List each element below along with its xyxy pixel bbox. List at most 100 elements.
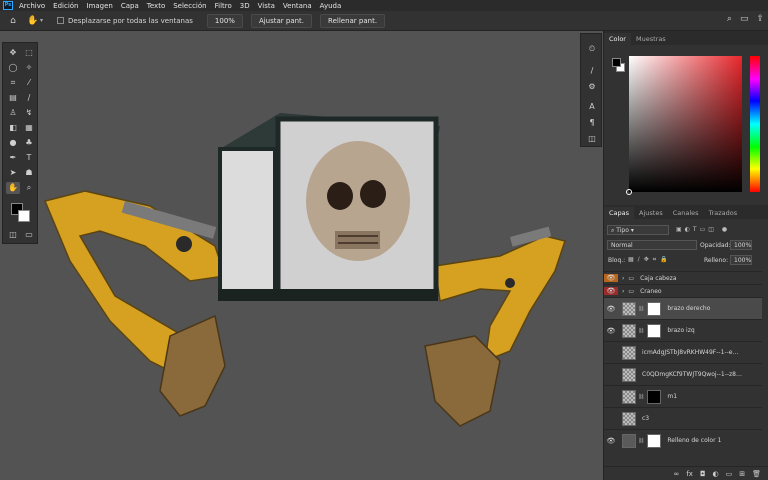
- chain-link-icon[interactable]: ⛓: [638, 328, 644, 334]
- scroll-all-windows-checkbox[interactable]: [57, 17, 65, 24]
- menu-seleccion[interactable]: Selección: [173, 2, 206, 10]
- pen-tool-icon[interactable]: ✒: [6, 152, 20, 164]
- tab-adjustments[interactable]: Ajustes: [634, 207, 668, 219]
- lasso-tool-icon[interactable]: ◯: [6, 62, 20, 74]
- layer-row[interactable]: ⛓ m1: [604, 385, 762, 407]
- layer-mask-thumbnail[interactable]: [647, 389, 662, 404]
- magic-wand-tool-icon[interactable]: ✧: [22, 62, 36, 74]
- menu-capa[interactable]: Capa: [121, 2, 139, 10]
- brush-tool-icon[interactable]: ∕: [22, 92, 36, 104]
- chain-link-icon[interactable]: ⛓: [638, 306, 644, 312]
- fill-field[interactable]: 100%: [730, 255, 752, 265]
- zoom-100-button[interactable]: 100%: [206, 13, 243, 28]
- crop-tool-icon[interactable]: ⌗: [6, 77, 20, 89]
- eye-icon[interactable]: 👁: [604, 287, 618, 295]
- path-select-tool-icon[interactable]: ➤: [6, 167, 20, 179]
- glyphs-panel-icon[interactable]: ◫: [585, 134, 599, 146]
- tab-layers[interactable]: Capas: [604, 207, 635, 219]
- blend-mode-select[interactable]: Normal: [607, 240, 697, 250]
- eyedropper-tool-icon[interactable]: ⁄: [22, 77, 36, 89]
- move-tool-icon[interactable]: ✥: [6, 47, 20, 59]
- menu-texto[interactable]: Texto: [147, 2, 165, 10]
- new-group-icon[interactable]: ▭: [726, 470, 733, 478]
- color-panel-foreground-swatch[interactable]: [612, 58, 621, 67]
- add-mask-icon[interactable]: ◘: [700, 470, 706, 478]
- document-canvas[interactable]: [40, 31, 580, 480]
- menu-imagen[interactable]: Imagen: [87, 2, 113, 10]
- menu-archivo[interactable]: Archivo: [19, 2, 45, 10]
- menu-ventana[interactable]: Ventana: [283, 2, 312, 10]
- menu-3d[interactable]: 3D: [240, 2, 250, 10]
- tab-swatches[interactable]: Muestras: [631, 33, 671, 45]
- chevron-right-icon[interactable]: ›: [622, 275, 624, 282]
- layers-panel-tabs: Capas Ajustes Canales Trazados: [604, 205, 768, 219]
- opacity-field[interactable]: 100%: [730, 240, 752, 250]
- color-marker[interactable]: [626, 189, 632, 195]
- menu-vista[interactable]: Vista: [258, 2, 275, 10]
- tab-channels[interactable]: Canales: [668, 207, 704, 219]
- hue-slider[interactable]: [750, 56, 760, 192]
- tab-color[interactable]: Color: [604, 33, 631, 45]
- layer-row[interactable]: C0QDmgKCf9TWJT9Qwoj--1--z8sxe: [604, 363, 762, 385]
- tab-paths[interactable]: Trazados: [704, 207, 743, 219]
- quick-mask-icon[interactable]: ◫: [6, 229, 20, 241]
- healing-tool-icon[interactable]: ▤: [6, 92, 20, 104]
- hand-tool-icon[interactable]: ✋: [26, 14, 40, 28]
- workspace-icon[interactable]: ▭: [740, 14, 749, 24]
- layer-style-icon[interactable]: fx: [686, 470, 693, 478]
- type-tool-icon[interactable]: T: [22, 152, 36, 164]
- layer-mask-thumbnail[interactable]: [647, 433, 662, 448]
- eraser-tool-icon[interactable]: ◧: [6, 122, 20, 134]
- eye-icon[interactable]: 👁: [604, 437, 618, 445]
- home-icon[interactable]: ⌂: [6, 14, 20, 28]
- layer-row[interactable]: 👁 ⛓ brazo izq: [604, 319, 762, 341]
- marquee-tool-icon[interactable]: ⬚: [22, 47, 36, 59]
- paragraph-panel-icon[interactable]: ¶: [585, 118, 599, 130]
- adjustment-layer-icon[interactable]: ◐: [713, 470, 719, 478]
- eye-icon[interactable]: 👁: [604, 305, 618, 313]
- dodge-tool-icon[interactable]: ♣: [22, 137, 36, 149]
- screen-mode-icon[interactable]: ▭: [22, 229, 36, 241]
- fill-screen-button[interactable]: Rellenar pant.: [320, 13, 386, 28]
- background-color-swatch[interactable]: [18, 210, 30, 222]
- zoom-tool-icon[interactable]: ⌕: [22, 182, 36, 194]
- hand-tool-icon[interactable]: ✋: [6, 182, 20, 194]
- history-brush-icon[interactable]: ↯: [22, 107, 36, 119]
- color-field[interactable]: [626, 56, 742, 195]
- layer-filter-select[interactable]: ⌕ Tipo ▾: [607, 225, 669, 235]
- layer-row[interactable]: 👁 ⛓ brazo derecho: [604, 297, 762, 319]
- eye-icon[interactable]: 👁: [604, 327, 618, 335]
- chevron-right-icon[interactable]: ›: [622, 288, 624, 295]
- menu-filtro[interactable]: Filtro: [215, 2, 232, 10]
- properties-panel-icon[interactable]: ⚙: [585, 82, 599, 94]
- character-panel-icon[interactable]: A: [585, 102, 599, 114]
- menu-ayuda[interactable]: Ayuda: [320, 2, 342, 10]
- link-layers-icon[interactable]: ∞: [674, 470, 680, 478]
- gradient-tool-icon[interactable]: ▦: [22, 122, 36, 134]
- history-panel-icon[interactable]: ⏲: [585, 44, 599, 56]
- stamp-tool-icon[interactable]: ♙: [6, 107, 20, 119]
- fit-screen-button[interactable]: Ajustar pant.: [250, 13, 313, 28]
- filter-icons[interactable]: ▣◐T▭◫ ●: [676, 226, 730, 233]
- delete-layer-icon[interactable]: 🗑: [752, 470, 761, 478]
- blur-tool-icon[interactable]: ●: [6, 137, 20, 149]
- layer-row[interactable]: 👁 ⛓ Relleno de color 1: [604, 429, 762, 451]
- eye-icon[interactable]: 👁: [604, 274, 618, 282]
- layer-row[interactable]: icmAdgJSTbJ8vRKHW49F--1--e7lSw: [604, 341, 762, 363]
- lock-icons[interactable]: ▦∕✥⌗🔒: [628, 256, 672, 264]
- layer-group[interactable]: 👁 › ▭ Craneo: [604, 284, 762, 297]
- layer-thumbnail: [622, 367, 636, 382]
- layer-row[interactable]: c3: [604, 407, 762, 429]
- search-icon[interactable]: ⌕: [727, 14, 732, 24]
- menu-edicion[interactable]: Edición: [53, 2, 78, 10]
- chain-link-icon[interactable]: ⛓: [638, 438, 644, 444]
- layer-mask-thumbnail[interactable]: [647, 301, 662, 316]
- brush-panel-icon[interactable]: ∕: [585, 66, 599, 78]
- new-layer-icon[interactable]: ⊞: [739, 470, 745, 478]
- layer-group[interactable]: 👁 › ▭ Caja cabeza: [604, 271, 762, 284]
- share-icon[interactable]: ⇪: [756, 14, 764, 24]
- chevron-down-icon[interactable]: ▾: [40, 17, 43, 24]
- shape-tool-icon[interactable]: ☗: [22, 167, 36, 179]
- layer-mask-thumbnail[interactable]: [647, 323, 662, 338]
- chain-link-icon[interactable]: ⛓: [638, 394, 644, 400]
